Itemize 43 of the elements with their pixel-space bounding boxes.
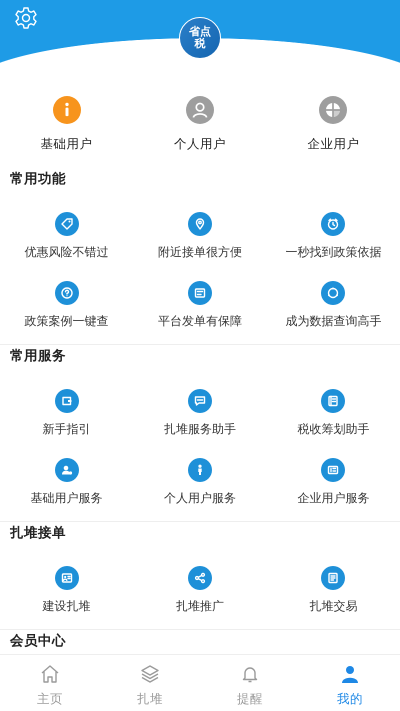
document-icon[interactable] bbox=[188, 281, 212, 305]
section-title: 常用服务 bbox=[9, 347, 67, 366]
tab-button[interactable]: 我的 bbox=[300, 655, 400, 711]
location-pin-icon[interactable] bbox=[188, 212, 212, 236]
feature-label[interactable]: 优惠风险不错过 bbox=[24, 244, 109, 260]
user-badge-icon[interactable] bbox=[54, 458, 79, 482]
building-icon[interactable] bbox=[319, 96, 348, 124]
feature-label[interactable]: 扎堆交易 bbox=[309, 598, 358, 614]
feature-label[interactable]: 建设扎堆 bbox=[42, 598, 91, 614]
section-title: 常用功能 bbox=[9, 170, 67, 189]
feature-label[interactable]: 个人用户服务 bbox=[164, 490, 236, 506]
feature-label[interactable]: 附近接单很方便 bbox=[158, 244, 242, 260]
user-type-label[interactable]: 个人用户 bbox=[174, 136, 226, 152]
user-type-label[interactable]: 基础用户 bbox=[40, 136, 93, 152]
share-icon[interactable] bbox=[188, 566, 212, 590]
feature-label[interactable]: 基础用户服务 bbox=[30, 490, 103, 506]
chat-icon[interactable] bbox=[188, 389, 212, 413]
contact-card-icon[interactable] bbox=[54, 566, 79, 590]
list-icon[interactable] bbox=[321, 566, 346, 590]
user-icon[interactable] bbox=[186, 96, 214, 124]
wallet-icon[interactable] bbox=[54, 389, 79, 413]
help-icon[interactable] bbox=[54, 281, 79, 305]
info-icon[interactable] bbox=[52, 96, 81, 124]
feature-label[interactable]: 平台发单有保障 bbox=[158, 313, 242, 329]
feature-label[interactable]: 扎堆服务助手 bbox=[164, 421, 236, 437]
alarm-clock-icon[interactable] bbox=[321, 212, 346, 236]
feature-label[interactable]: 企业用户服务 bbox=[297, 490, 370, 506]
id-card-icon[interactable] bbox=[321, 458, 346, 482]
settings-icon[interactable] bbox=[14, 6, 38, 30]
user-type-label[interactable]: 企业用户 bbox=[307, 136, 360, 152]
app-logo: 省点税 bbox=[179, 17, 221, 59]
feature-label[interactable]: 税收筹划助手 bbox=[297, 421, 370, 437]
tag-icon[interactable] bbox=[54, 212, 79, 236]
feature-label[interactable]: 新手指引 bbox=[42, 421, 91, 437]
cycle-icon[interactable] bbox=[321, 281, 346, 305]
section-title: 会员中心 bbox=[8, 632, 67, 651]
book-icon[interactable] bbox=[321, 389, 346, 413]
feature-label[interactable]: 成为数据查询高手 bbox=[285, 313, 382, 329]
feature-label[interactable]: 一秒找到政策依据 bbox=[285, 244, 382, 260]
feature-label[interactable]: 扎堆推广 bbox=[176, 598, 224, 614]
section-title: 扎堆接单 bbox=[9, 524, 67, 543]
feature-label[interactable]: 政策案例一键查 bbox=[24, 313, 109, 329]
person-icon[interactable] bbox=[188, 458, 212, 482]
